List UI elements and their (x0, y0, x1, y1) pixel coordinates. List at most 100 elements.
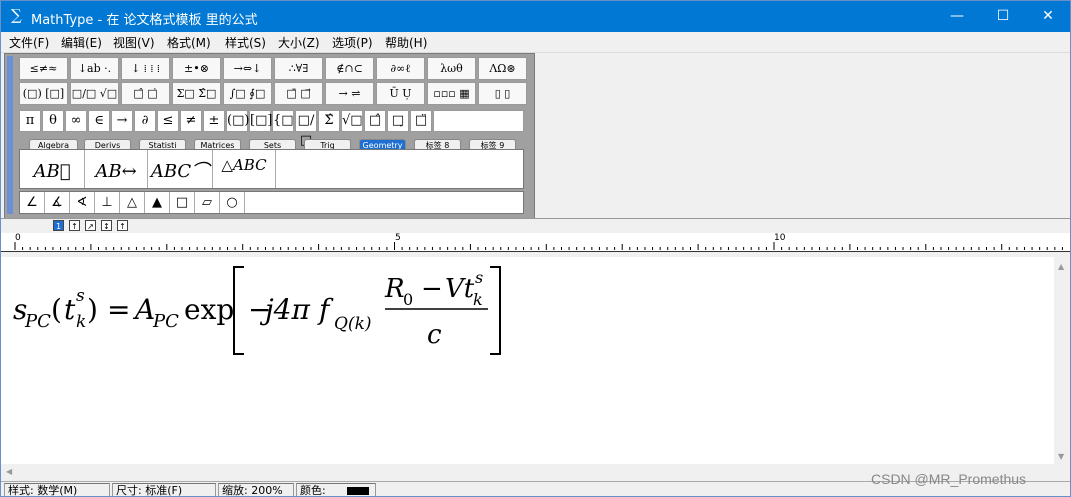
palette-template-button-r2-1[interactable]: □/□ √□ (70, 82, 119, 105)
eq-exp: exp (184, 293, 234, 326)
geometry-symbol-2[interactable]: ∢ (70, 192, 95, 213)
palette-template-button-r2-7[interactable]: Ū Ụ (376, 82, 425, 105)
geometry-symbols: ∠ ∡ ∢ ⊥ △ ▲ □ ▱ ○ (19, 191, 524, 214)
palette-template-button-r2-8[interactable]: ▫▫▫ ▦ (427, 82, 476, 105)
palette-symbol-button-3[interactable]: ∈ (88, 110, 110, 132)
scroll-up-icon[interactable]: ▲ (1058, 262, 1064, 271)
geometry-symbol-0[interactable]: ∠ (20, 192, 45, 213)
palette-symbol-button-15[interactable]: □̂ (364, 110, 386, 132)
title-bar[interactable]: ∑ MathType - 在 论文格式模板 里的公式 — ☐ ✕ (1, 1, 1070, 32)
template-vector-both[interactable]: AB↔ (85, 150, 148, 188)
menu-size[interactable]: 大小(Z) (278, 34, 320, 51)
menu-file[interactable]: 文件(F) (9, 34, 49, 51)
palette-symbol-button-1[interactable]: θ (42, 110, 64, 132)
palette-template-button-r1-2[interactable]: ↓ ⁞ ⁞ ⁞ (121, 57, 170, 80)
palette-symbol-button-2[interactable]: ∞ (65, 110, 87, 132)
palette-template-button-r1-5[interactable]: ∴∀∃ (274, 57, 323, 80)
symbol-palette: ≤≠≈ ↓ab ·. ↓ ⁞ ⁞ ⁞ ±•⊗ →⇔↓ ∴∀∃ ∉∩⊂ ∂∞ℓ λωθ ΛΩ⊛ (□… (4, 53, 535, 219)
palette-symbol-button-10[interactable]: [□] (249, 110, 272, 132)
template-triangle[interactable]: △ABC (213, 150, 276, 188)
level-button-1[interactable]: 1 (53, 220, 64, 231)
status-size[interactable]: 尺寸: 标准(F) (112, 483, 216, 496)
level-button-2[interactable]: ↑ (69, 220, 80, 231)
eq-num-R-sub: 0 (403, 290, 413, 309)
equation-editor[interactable]: s PC ( t s k ) = A PC exp − j4π f Q(k) R… (1, 257, 1054, 464)
palette-symbol-button-6[interactable]: ≤ (157, 110, 179, 132)
geometry-symbol-4[interactable]: △ (120, 192, 145, 213)
scroll-down-icon[interactable]: ▼ (1058, 452, 1064, 461)
eq-num-minus: − (421, 274, 443, 304)
eq-A-sub: PC (152, 311, 179, 332)
palette-template-button-r2-0[interactable]: (□) [□] (19, 82, 68, 105)
status-color-label: 颜色: (300, 484, 326, 497)
palette-template-button-r2-4[interactable]: ∫□ ∮□ (223, 82, 272, 105)
status-style[interactable]: 样式: 数学(M) (4, 483, 110, 496)
palette-symbol-button-17[interactable]: □̈ (410, 110, 432, 132)
menu-edit[interactable]: 编辑(E) (61, 34, 102, 51)
palette-template-button-r2-9[interactable]: ▯ ▯ (478, 82, 527, 105)
window-title: MathType - 在 论文格式模板 里的公式 (31, 13, 258, 28)
maximize-button[interactable]: ☐ (980, 1, 1026, 32)
geometry-symbol-8[interactable]: ○ (220, 192, 245, 213)
level-button-4[interactable]: ↕ (101, 220, 112, 231)
menu-bar: 文件(F) 编辑(E) 视图(V) 格式(M) 样式(S) 大小(Z) 选项(P… (1, 32, 1070, 53)
palette-template-button-r1-9[interactable]: ΛΩ⊛ (478, 57, 527, 80)
menu-help[interactable]: 帮助(H) (385, 34, 427, 51)
geometry-symbol-7[interactable]: ▱ (195, 192, 220, 213)
palette-symbol-button-12[interactable]: □/□ (295, 110, 317, 148)
level-button-5[interactable]: ↑ (117, 220, 128, 231)
palette-template-button-r1-7[interactable]: ∂∞ℓ (376, 57, 425, 80)
palette-symbol-button-13[interactable]: Σ̂ (318, 110, 340, 132)
palette-template-button-r2-6[interactable]: → ⇌ (325, 82, 374, 105)
template-arc[interactable]: ABC⌒ (148, 150, 213, 188)
palette-template-button-r1-8[interactable]: λωθ (427, 57, 476, 80)
palette-template-button-r1-0[interactable]: ≤≠≈ (19, 57, 68, 80)
eq-num-sup: s (475, 268, 483, 287)
level-button-3[interactable]: ↗ (85, 220, 96, 231)
template-vector-right[interactable]: AB⃗ (20, 150, 85, 188)
palette-symbol-button-4[interactable]: → (111, 110, 133, 132)
palette-template-button-r2-5[interactable]: □̄ □⃗ (274, 82, 323, 105)
eq-f: f (317, 293, 334, 326)
mathtype-window: ∑ MathType - 在 论文格式模板 里的公式 — ☐ ✕ 文件(F) 编… (0, 0, 1071, 497)
menu-options[interactable]: 选项(P) (332, 34, 373, 51)
palette-symbol-button-16[interactable]: □̣ (387, 110, 409, 132)
minimize-button[interactable]: — (934, 1, 980, 32)
eq-s-sub: PC (24, 311, 51, 332)
eq-lparen: ( (51, 293, 62, 326)
geometry-symbol-3[interactable]: ⊥ (95, 192, 120, 213)
sigma-icon: ∑ (11, 6, 22, 24)
palette-symbol-button-0[interactable]: π (19, 110, 41, 132)
ruler[interactable]: 0 5 10 (1, 233, 1070, 252)
palette-template-button-r1-1[interactable]: ↓ab ·. (70, 57, 119, 80)
scroll-left-icon[interactable]: ◀ (6, 467, 12, 476)
status-color-field[interactable]: 颜色: (296, 483, 376, 497)
palette-template-button-r1-6[interactable]: ∉∩⊂ (325, 57, 374, 80)
palette-symbol-button-8[interactable]: ± (203, 110, 225, 132)
palette-symbol-button-7[interactable]: ≠ (180, 110, 202, 132)
geometry-symbol-5[interactable]: ▲ (145, 192, 170, 213)
palette-symbol-empty (433, 110, 524, 132)
menu-style[interactable]: 样式(S) (225, 34, 266, 51)
geometry-symbol-1[interactable]: ∡ (45, 192, 70, 213)
palette-symbol-button-9[interactable]: (□) (226, 110, 249, 132)
ruler-label-5: 5 (395, 233, 401, 243)
palette-symbol-button-11[interactable]: {□} (272, 110, 302, 132)
palette-template-button-r2-2[interactable]: □̂ □̇ (121, 82, 170, 105)
palette-symbol-button-14[interactable]: √□ (341, 110, 363, 132)
eq-num-sub: k (473, 290, 483, 309)
menu-view[interactable]: 视图(V) (113, 34, 155, 51)
level-buttons-row: 1 ↑ ↗ ↕ ↑ (1, 218, 1070, 233)
palette-template-button-r2-3[interactable]: Σ□ Σ̂□ (172, 82, 221, 105)
palette-template-button-r1-3[interactable]: ±•⊗ (172, 57, 221, 80)
eq-t: t (64, 293, 76, 326)
palette-symbol-button-5[interactable]: ∂ (134, 110, 156, 132)
geometry-symbol-6[interactable]: □ (170, 192, 195, 213)
menu-format[interactable]: 格式(M) (167, 34, 211, 51)
close-button[interactable]: ✕ (1025, 1, 1070, 32)
vertical-scrollbar[interactable]: ▲ ▼ (1054, 257, 1070, 464)
palette-template-button-r1-4[interactable]: →⇔↓ (223, 57, 272, 80)
eq-equals: = (107, 293, 130, 326)
toolbar-grip[interactable] (7, 56, 13, 214)
status-zoom[interactable]: 缩放: 200% (218, 483, 294, 496)
